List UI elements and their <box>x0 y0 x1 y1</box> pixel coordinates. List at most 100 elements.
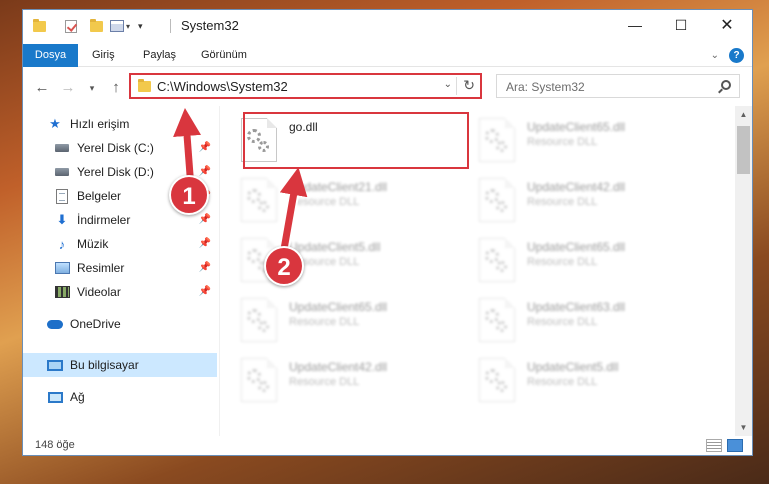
dll-file-icon <box>479 298 515 342</box>
pin-icon: 📌 <box>198 166 211 177</box>
maximize-button[interactable]: ☐ <box>658 10 704 40</box>
music-icon: ♪ <box>58 236 66 252</box>
nav-item-pictures[interactable]: Resimler 📌 <box>23 256 217 280</box>
search-placeholder[interactable]: Ara: System32 <box>506 80 585 94</box>
file-name: UpdateClient65.dll <box>289 300 388 314</box>
dll-file-icon <box>479 118 515 162</box>
search-box[interactable]: Ara: System32 <box>496 74 740 98</box>
nav-item-onedrive[interactable]: OneDrive <box>23 312 217 336</box>
download-icon: ⬇ <box>56 212 68 227</box>
explorer-window: ▾ ▾ System32 — ☐ ✕ Dosya Giriş Paylaş Gö… <box>22 9 753 456</box>
search-icon[interactable] <box>721 80 731 90</box>
item-count: 148 öğe <box>35 439 75 451</box>
new-folder-icon[interactable] <box>90 18 103 34</box>
tab-file[interactable]: Dosya <box>23 44 78 67</box>
tab-share[interactable]: Paylaş <box>143 44 176 67</box>
nav-item-music[interactable]: ♪ Müzik 📌 <box>23 232 217 256</box>
file-item[interactable]: UpdateClient65.dll Resource DLL <box>473 112 699 168</box>
nav-item-label: İndirmeler <box>77 213 131 227</box>
file-item[interactable]: UpdateClient42.dll Resource DLL <box>473 172 699 228</box>
address-bar[interactable]: C:\Windows\System32 ⌄ ↻ <box>129 73 482 99</box>
expand-ribbon-icon[interactable]: ⌄ <box>711 50 719 61</box>
dll-file-icon <box>241 178 277 222</box>
pin-icon: 📌 <box>198 214 211 225</box>
pin-icon: 📌 <box>198 142 211 153</box>
up-arrow-icon[interactable]: ↑ <box>107 79 125 96</box>
file-type: Resource DLL <box>527 196 598 208</box>
status-bar: 148 öğe <box>23 436 752 455</box>
dll-file-icon <box>479 358 515 402</box>
help-icon[interactable]: ? <box>729 48 744 63</box>
file-name: UpdateClient65.dll <box>527 120 626 134</box>
address-path[interactable]: C:\Windows\System32 <box>157 79 288 94</box>
customize-toolbar-icon[interactable]: ▾ <box>110 18 130 34</box>
drive-icon <box>54 164 70 180</box>
nav-item-videos[interactable]: Videolar 📌 <box>23 280 217 304</box>
tab-home[interactable]: Giriş <box>92 44 115 67</box>
file-name: UpdateClient42.dll <box>289 360 388 374</box>
properties-check-icon[interactable] <box>65 18 77 34</box>
scroll-up-icon[interactable]: ▲ <box>735 106 752 123</box>
file-item[interactable]: UpdateClient63.dll Resource DLL <box>473 292 699 348</box>
file-item[interactable]: UpdateClient42.dll Resource DLL <box>235 352 461 408</box>
details-view-icon[interactable] <box>706 439 722 452</box>
video-icon <box>54 284 70 300</box>
nav-item-network[interactable]: Ağ <box>23 385 217 409</box>
forward-arrow-icon[interactable]: → <box>59 79 77 96</box>
ribbon-tabs: Dosya Giriş Paylaş Görünüm ⌄ ? <box>23 44 752 67</box>
network-icon <box>47 389 63 405</box>
file-name: UpdateClient21.dll <box>289 180 388 194</box>
nav-item-label: Yerel Disk (C:) <box>77 141 154 155</box>
large-icons-view-icon[interactable] <box>727 439 743 452</box>
nav-item-label: Müzik <box>77 237 109 251</box>
file-type: Resource DLL <box>289 376 360 388</box>
file-name: UpdateClient5.dll <box>289 240 381 254</box>
step-1-badge: 1 <box>169 175 209 215</box>
nav-item-label: Bu bilgisayar <box>70 358 139 372</box>
quick-access-dropdown-icon[interactable]: ▾ <box>138 18 143 34</box>
window-title: System32 <box>181 18 239 33</box>
file-item[interactable]: UpdateClient65.dll Resource DLL <box>473 232 699 288</box>
nav-item-label: Videolar <box>77 285 121 299</box>
picture-icon <box>54 260 70 276</box>
refresh-icon[interactable]: ↻ <box>463 77 475 94</box>
file-type: Resource DLL <box>289 196 360 208</box>
file-item[interactable]: UpdateClient21.dll Resource DLL <box>235 172 461 228</box>
file-item[interactable]: UpdateClient65.dll Resource DLL <box>235 292 461 348</box>
vertical-scrollbar[interactable]: ▲ ▼ <box>735 106 752 436</box>
cloud-icon <box>47 316 63 332</box>
scrollbar-thumb[interactable] <box>737 126 750 174</box>
file-name: UpdateClient5.dll <box>527 360 619 374</box>
minimize-button[interactable]: — <box>612 10 658 40</box>
navigation-pane: ★ Hızlı erişim Yerel Disk (C:) 📌 Yerel D… <box>23 106 217 436</box>
dll-file-icon <box>479 178 515 222</box>
file-item[interactable]: UpdateClient5.dll Resource DLL <box>473 352 699 408</box>
step-2-badge: 2 <box>264 246 304 286</box>
drive-icon <box>54 140 70 156</box>
scroll-down-icon[interactable]: ▼ <box>735 419 752 436</box>
back-arrow-icon[interactable]: ← <box>33 79 51 96</box>
file-type: Resource DLL <box>289 316 360 328</box>
address-dropdown-icon[interactable]: ⌄ <box>444 79 452 90</box>
nav-item-this-pc[interactable]: Bu bilgisayar <box>23 353 217 377</box>
file-name: UpdateClient65.dll <box>527 240 626 254</box>
star-icon: ★ <box>49 116 61 131</box>
pin-icon: 📌 <box>198 238 211 249</box>
tab-view[interactable]: Görünüm <box>201 44 247 67</box>
dll-file-icon <box>479 238 515 282</box>
close-button[interactable]: ✕ <box>704 10 750 40</box>
file-type: Resource DLL <box>527 316 598 328</box>
pin-icon: 📌 <box>198 286 211 297</box>
nav-item-label: Belgeler <box>77 189 122 203</box>
recent-locations-chevron-icon[interactable]: ▾ <box>83 83 101 94</box>
file-type: Resource DLL <box>527 136 598 148</box>
computer-icon <box>47 357 63 373</box>
nav-item-quick-access[interactable]: ★ Hızlı erişim <box>23 112 217 136</box>
nav-pane-divider <box>219 106 220 436</box>
nav-item-label: Ağ <box>70 390 85 404</box>
title-bar: ▾ ▾ System32 — ☐ ✕ <box>23 10 752 40</box>
document-icon <box>54 188 70 204</box>
nav-item-label: Yerel Disk (D:) <box>77 165 154 179</box>
nav-item-local-disk-c[interactable]: Yerel Disk (C:) 📌 <box>23 136 217 160</box>
folder-icon <box>33 18 46 34</box>
